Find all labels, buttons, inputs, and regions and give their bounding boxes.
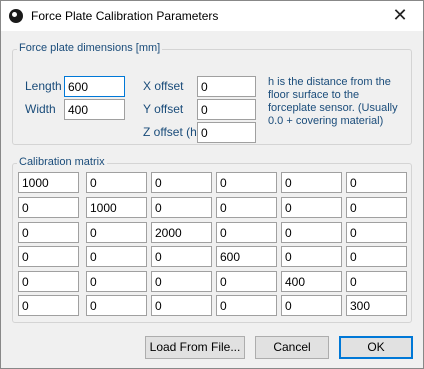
length-label: Length — [25, 79, 62, 93]
width-input[interactable] — [64, 99, 125, 120]
matrix-cell-r2-c4[interactable] — [216, 197, 277, 218]
matrix-cell-r1-c5[interactable] — [281, 172, 342, 193]
matrix-cell-r1-c3[interactable] — [151, 172, 212, 193]
x-offset-input[interactable] — [197, 76, 256, 97]
y-offset-input[interactable] — [197, 99, 256, 120]
matrix-cell-r5-c5[interactable] — [281, 271, 342, 292]
z-offset-input[interactable] — [197, 122, 256, 143]
matrix-cell-r5-c6[interactable] — [346, 271, 407, 292]
matrix-cell-r1-c1[interactable] — [18, 172, 79, 193]
matrix-cell-r5-c3[interactable] — [151, 271, 212, 292]
app-icon — [9, 9, 23, 23]
title-bar: Force Plate Calibration Parameters ✕ — [1, 1, 423, 31]
x-offset-label: X offset — [143, 79, 184, 93]
matrix-cell-r2-c2[interactable] — [86, 197, 147, 218]
z-offset-label: Z offset (h) — [143, 125, 201, 139]
matrix-cell-r3-c1[interactable] — [18, 222, 79, 243]
matrix-cell-r3-c4[interactable] — [216, 222, 277, 243]
ok-button[interactable]: OK — [339, 336, 413, 359]
matrix-cell-r6-c3[interactable] — [151, 295, 212, 316]
matrix-cell-r1-c4[interactable] — [216, 172, 277, 193]
matrix-cell-r2-c6[interactable] — [346, 197, 407, 218]
matrix-cell-r5-c4[interactable] — [216, 271, 277, 292]
y-offset-label: Y offset — [143, 102, 184, 116]
dialog-window: Force Plate Calibration Parameters ✕ For… — [0, 0, 424, 369]
matrix-cell-r6-c1[interactable] — [18, 295, 79, 316]
matrix-cell-r4-c6[interactable] — [346, 246, 407, 267]
matrix-cell-r3-c6[interactable] — [346, 222, 407, 243]
close-button[interactable]: ✕ — [377, 1, 423, 31]
matrix-cell-r4-c1[interactable] — [18, 246, 79, 267]
matrix-cell-r4-c5[interactable] — [281, 246, 342, 267]
matrix-cell-r3-c5[interactable] — [281, 222, 342, 243]
matrix-cell-r6-c6[interactable] — [346, 295, 407, 316]
load-from-file-button[interactable]: Load From File... — [145, 336, 245, 359]
matrix-cell-r2-c5[interactable] — [281, 197, 342, 218]
matrix-cell-r6-c4[interactable] — [216, 295, 277, 316]
matrix-cell-r1-c6[interactable] — [346, 172, 407, 193]
matrix-cell-r4-c2[interactable] — [86, 246, 147, 267]
dimensions-legend: Force plate dimensions [mm] — [17, 42, 163, 54]
z-offset-note: h is the distance from the floor surface… — [268, 76, 398, 127]
matrix-cell-r5-c1[interactable] — [18, 271, 79, 292]
matrix-cell-r6-c2[interactable] — [86, 295, 147, 316]
cancel-button[interactable]: Cancel — [255, 336, 329, 359]
matrix-legend: Calibration matrix — [17, 156, 107, 168]
matrix-cell-r6-c5[interactable] — [281, 295, 342, 316]
matrix-cell-r4-c3[interactable] — [151, 246, 212, 267]
length-input[interactable] — [64, 76, 125, 97]
matrix-cell-r2-c3[interactable] — [151, 197, 212, 218]
matrix-cell-r3-c3[interactable] — [151, 222, 212, 243]
matrix-cell-r3-c2[interactable] — [86, 222, 147, 243]
matrix-cell-r5-c2[interactable] — [86, 271, 147, 292]
matrix-cell-r1-c2[interactable] — [86, 172, 147, 193]
window-title: Force Plate Calibration Parameters — [31, 9, 219, 23]
width-label: Width — [25, 102, 56, 116]
matrix-cell-r2-c1[interactable] — [18, 197, 79, 218]
matrix-cell-r4-c4[interactable] — [216, 246, 277, 267]
